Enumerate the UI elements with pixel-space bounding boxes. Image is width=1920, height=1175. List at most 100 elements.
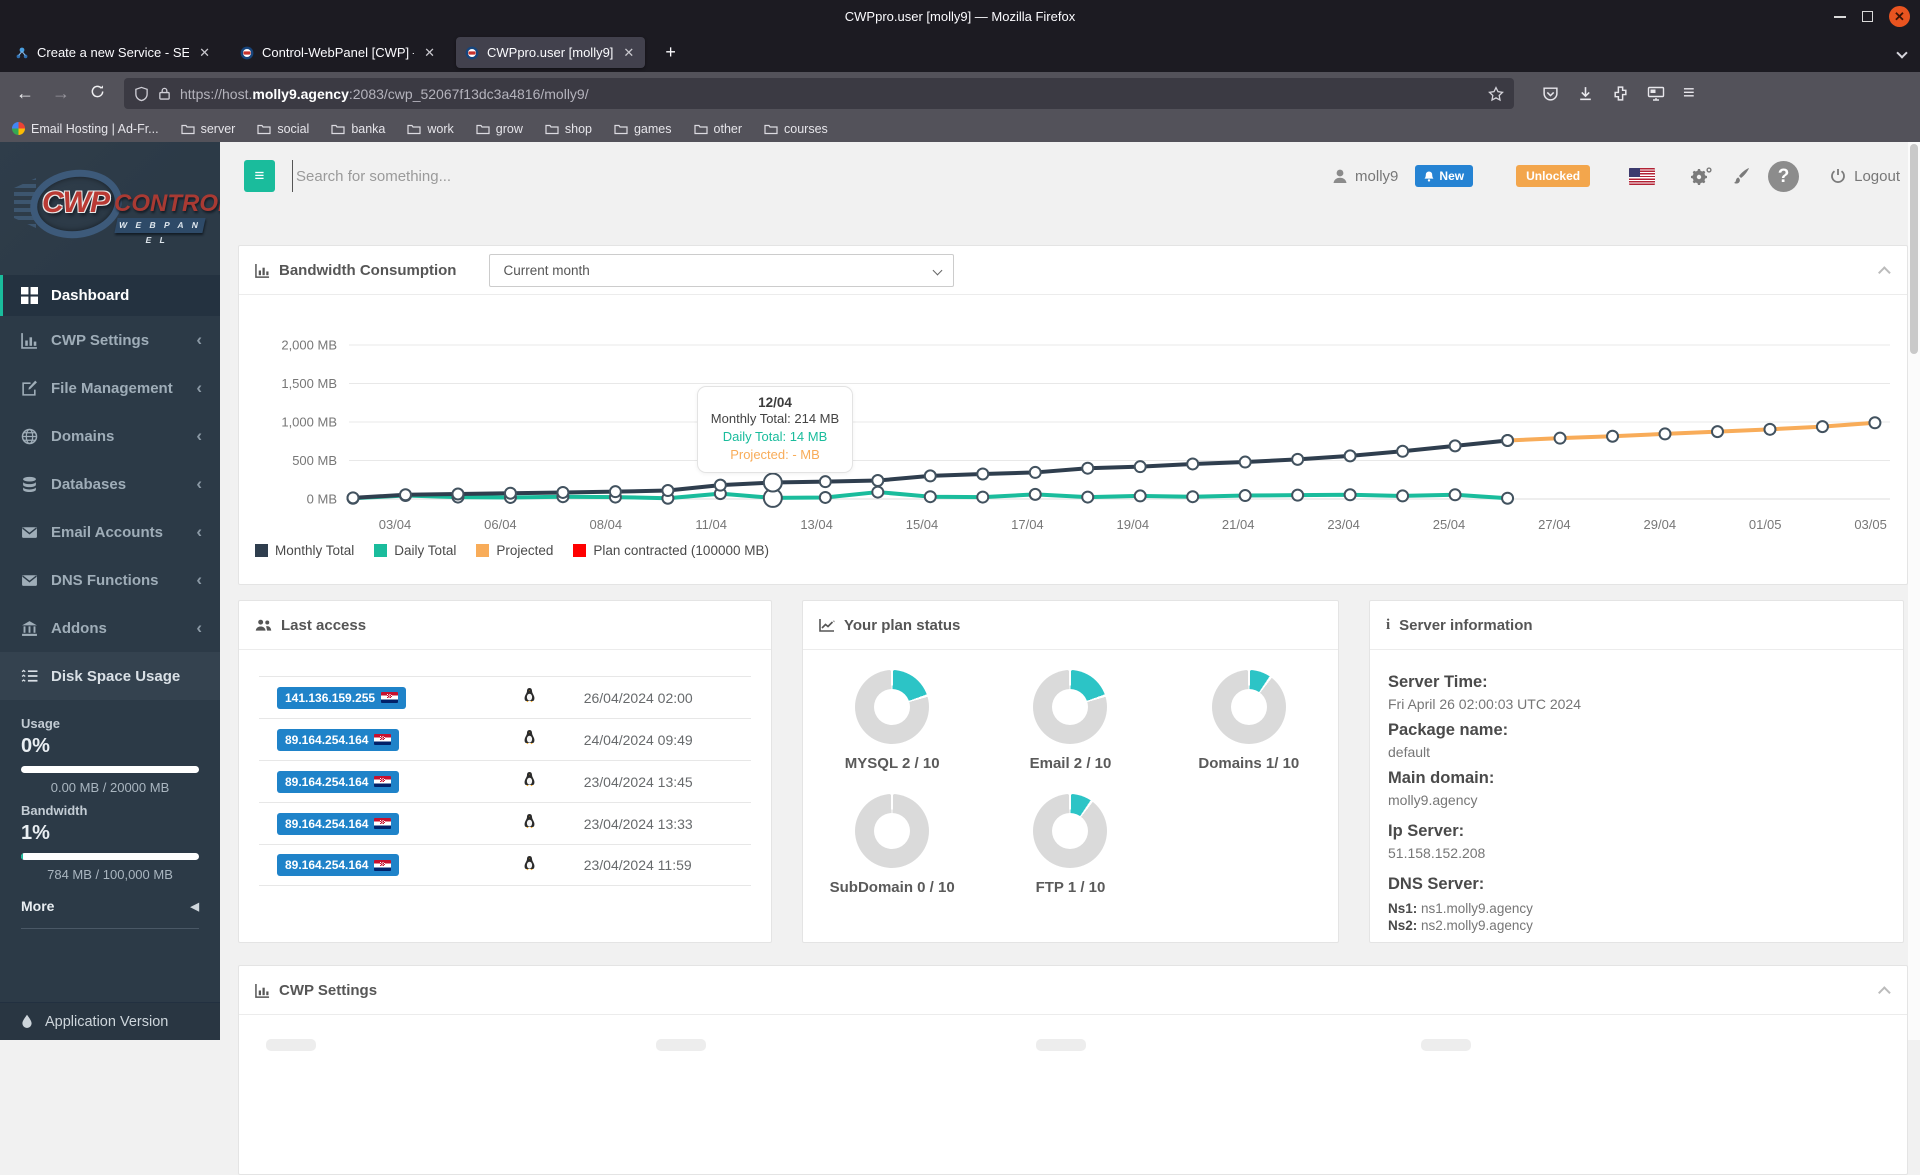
- url-bar[interactable]: https://host.molly9.agency:2083/cwp_5206…: [124, 78, 1514, 109]
- bookmark-folder-grow[interactable]: grow: [476, 122, 523, 136]
- svg-text:21/04: 21/04: [1222, 517, 1255, 532]
- ip-badge[interactable]: 89.164.254.164: [277, 854, 400, 876]
- application-version[interactable]: Application Version: [0, 1002, 220, 1040]
- tab-cwppro-user[interactable]: CWPpro.user [molly9] ✕: [456, 37, 646, 68]
- list-all-tabs-icon[interactable]: [1896, 44, 1908, 62]
- new-notifications-badge[interactable]: New: [1415, 165, 1474, 187]
- downloads-icon[interactable]: [1577, 85, 1594, 102]
- screenshot-icon[interactable]: [1647, 85, 1665, 102]
- chevron-left-icon: ‹: [196, 522, 202, 541]
- svg-text:0 MB: 0 MB: [307, 492, 337, 507]
- croatia-flag-icon: [374, 859, 392, 871]
- sidebar-item-file-management[interactable]: File Management ‹: [0, 364, 220, 412]
- sidebar-toggle-button[interactable]: ≡: [244, 160, 275, 192]
- folder-icon: [407, 124, 421, 134]
- svg-text:29/04: 29/04: [1644, 517, 1677, 532]
- window-close-button[interactable]: ✕: [1889, 6, 1910, 27]
- tab-close-icon[interactable]: ✕: [621, 45, 636, 61]
- period-select[interactable]: Current month: [489, 253, 955, 287]
- bookmark-folder-work[interactable]: work: [407, 122, 454, 136]
- ip-badge[interactable]: 89.164.254.164: [277, 770, 400, 793]
- search-input[interactable]: [292, 160, 932, 192]
- sidebar-item-disk-space-usage[interactable]: Disk Space Usage: [0, 652, 220, 700]
- sidebar-item-dns-functions[interactable]: DNS Functions ‹: [0, 556, 220, 604]
- bookmark-folder-server[interactable]: server: [181, 122, 235, 136]
- extensions-icon[interactable]: [1612, 85, 1629, 102]
- bookmark-folder-courses[interactable]: courses: [764, 122, 828, 136]
- bookmark-star-icon[interactable]: [1488, 85, 1504, 102]
- window-minimize-button[interactable]: [1834, 15, 1846, 18]
- collapse-panel-icon[interactable]: [1878, 985, 1891, 999]
- bookmark-folder-games[interactable]: games: [614, 122, 672, 136]
- envelope-icon: [21, 524, 38, 541]
- back-button[interactable]: ←: [10, 83, 40, 104]
- panel-title: Last access: [281, 616, 367, 634]
- bookmark-folder-social[interactable]: social: [257, 122, 309, 136]
- tab-create-service[interactable]: Create a new Service - SEO‎ ✕: [6, 37, 221, 68]
- bookmark-folder-other[interactable]: other: [693, 122, 742, 136]
- legend-plan-contracted: Plan contracted (100000 MB): [573, 543, 769, 558]
- bank-icon: [21, 620, 38, 637]
- collapse-panel-icon[interactable]: [1878, 265, 1891, 279]
- access-date: 23/04/2024 13:45: [583, 773, 693, 790]
- svg-text:08/04: 08/04: [590, 517, 623, 532]
- theme-brush-icon[interactable]: [1731, 166, 1751, 186]
- info-icon: i: [1386, 616, 1391, 633]
- panel-title: Your plan status: [844, 616, 961, 634]
- bookmark-folder-shop[interactable]: shop: [545, 122, 592, 136]
- ip-badge[interactable]: 89.164.254.164: [277, 812, 400, 835]
- page-content: CWP CONTROL W E B P A N E L Dashboard CW…: [0, 142, 1920, 1175]
- sidebar-item-domains[interactable]: Domains ‹: [0, 412, 220, 460]
- legend-daily-total: Daily Total: [374, 543, 456, 558]
- tab-close-icon[interactable]: ✕: [422, 45, 437, 61]
- donut-chart: [855, 794, 930, 868]
- bandwidth-chart[interactable]: 2,000 MB 1,500 MB 1,000 MB 500 MB 0 MB 03/04 0…: [245, 303, 1901, 541]
- ip-badge[interactable]: 89.164.254.164: [277, 728, 400, 751]
- language-flag-us[interactable]: [1629, 167, 1656, 185]
- help-button[interactable]: ?: [1768, 160, 1800, 192]
- svg-text:19/04: 19/04: [1117, 517, 1150, 532]
- ip-badge[interactable]: 141.136.159.255: [277, 686, 407, 709]
- sidebar-item-addons[interactable]: Addons ‹: [0, 604, 220, 652]
- package-name-value: default: [1388, 744, 1431, 760]
- pocket-icon[interactable]: [1542, 85, 1559, 102]
- chevron-left-icon: ‹: [196, 474, 202, 493]
- reload-button[interactable]: [82, 83, 112, 104]
- user-menu[interactable]: molly9: [1332, 168, 1398, 185]
- cwp-logo[interactable]: CWP CONTROL W E B P A N E L: [0, 142, 220, 275]
- sidebar-divider: [21, 928, 199, 929]
- sidebar-item-databases[interactable]: Databases ‹: [0, 460, 220, 508]
- main-content: ≡ molly9 New Unlocked ? Logout: [220, 142, 1920, 1175]
- tab-close-icon[interactable]: ✕: [197, 45, 212, 61]
- linux-penguin-icon: [524, 730, 535, 745]
- last-access-panel: Last access 141.136.159.255 26/04/2024 0…: [238, 600, 772, 943]
- window-restore-button[interactable]: [1862, 11, 1873, 22]
- unlocked-badge[interactable]: Unlocked: [1516, 165, 1591, 187]
- scrollbar-thumb[interactable]: [1910, 144, 1918, 354]
- cwp-favicon: [465, 46, 479, 59]
- sidebar-item-email-accounts[interactable]: Email Accounts ‹: [0, 508, 220, 556]
- tab-control-webpanel[interactable]: Control-WebPanel [CWP] – F ✕: [231, 37, 446, 68]
- user-icon: [1333, 169, 1347, 183]
- url-text: https://host.molly9.agency:2083/cwp_5206…: [180, 85, 589, 102]
- bookmark-email-hosting[interactable]: Email Hosting | Ad-Fr...: [12, 122, 159, 136]
- sidebar-item-cwp-settings[interactable]: CWP Settings ‹: [0, 316, 220, 364]
- settings-gears-icon[interactable]: [1690, 165, 1714, 187]
- bookmarks-bar: Email Hosting | Ad-Fr... server social b…: [0, 115, 1920, 142]
- forward-button[interactable]: →: [46, 83, 76, 104]
- bandwidth-label: Bandwidth: [21, 803, 88, 818]
- chevron-left-icon: ‹: [196, 426, 202, 445]
- sidebar-item-dashboard[interactable]: Dashboard: [0, 275, 220, 316]
- bandwidth-progress-bar: [21, 853, 199, 860]
- new-tab-button[interactable]: +: [655, 42, 686, 63]
- menu-icon[interactable]: ≡: [1683, 82, 1695, 105]
- logout-button[interactable]: Logout: [1830, 168, 1900, 185]
- croatia-flag-icon: [374, 818, 392, 829]
- settings-items-cutoff: [239, 1015, 1907, 1075]
- page-scrollbar[interactable]: [1908, 142, 1920, 1040]
- reload-icon: [91, 85, 103, 98]
- bookmark-folder-banka[interactable]: banka: [331, 122, 385, 136]
- chevron-left-icon: ‹: [196, 618, 202, 637]
- more-toggle[interactable]: More ◀: [21, 898, 199, 914]
- folder-icon: [331, 124, 345, 134]
